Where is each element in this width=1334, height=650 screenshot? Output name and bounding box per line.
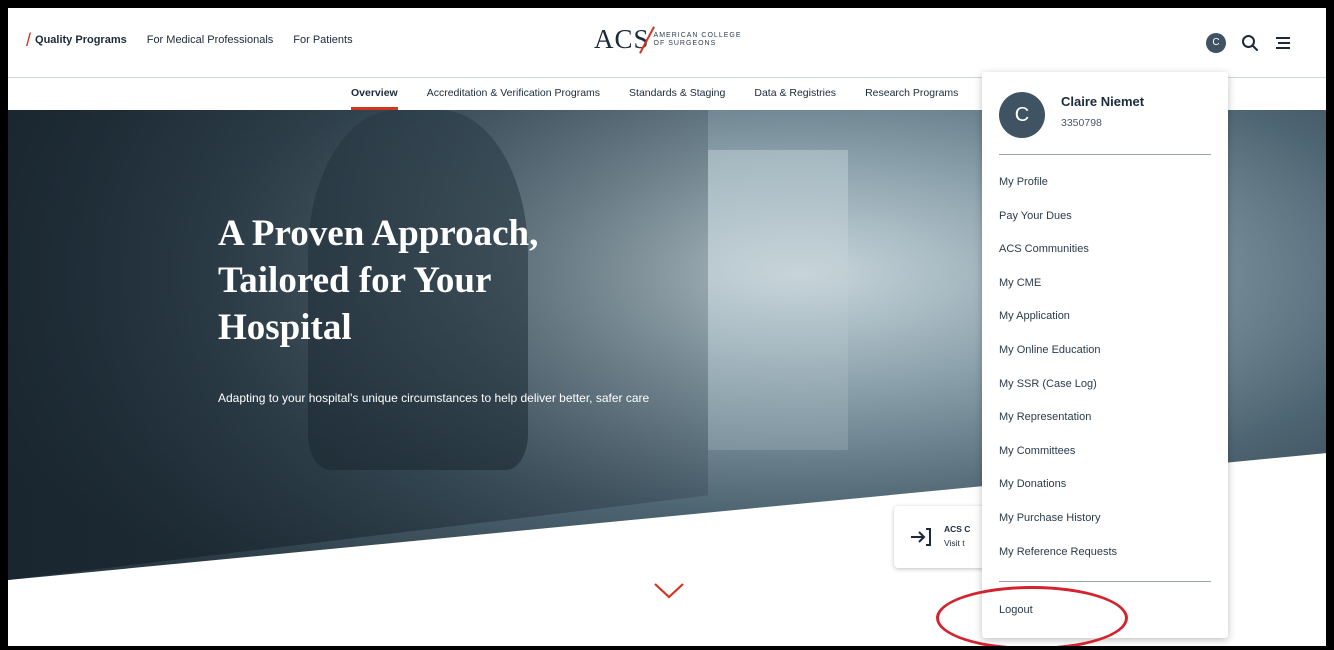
user-menu-name: Claire Niemet (1061, 94, 1145, 109)
top-nav-patients[interactable]: For Patients (293, 34, 352, 46)
callout-subtitle: Visit t (944, 538, 965, 548)
slash-accent-icon: / (26, 29, 32, 50)
menu-item-my-purchase-history[interactable]: My Purchase History (999, 512, 1117, 546)
site-header: / Quality Programs For Medical Professio… (8, 8, 1326, 78)
user-menu-list: My Profile Pay Your Dues ACS Communities… (999, 176, 1117, 579)
login-arrow-icon (911, 528, 931, 546)
tab-data-registries[interactable]: Data & Registries (754, 78, 836, 110)
menu-item-my-ssr-case-log[interactable]: My SSR (Case Log) (999, 378, 1117, 412)
hero-description: Adapting to your hospital's unique circu… (218, 391, 650, 405)
menu-item-my-online-education[interactable]: My Online Education (999, 344, 1117, 378)
user-menu-dropdown: C Claire Niemet 3350798 My Profile Pay Y… (982, 72, 1228, 638)
browser-viewport: / Quality Programs For Medical Professio… (8, 8, 1326, 646)
menu-item-my-committees[interactable]: My Committees (999, 445, 1117, 479)
menu-item-my-application[interactable]: My Application (999, 310, 1117, 344)
user-menu-id: 3350798 (1061, 117, 1102, 129)
tab-accreditation-verification[interactable]: Accreditation & Verification Programs (427, 78, 600, 110)
menu-item-acs-communities[interactable]: ACS Communities (999, 243, 1117, 277)
hamburger-menu-icon[interactable] (1274, 36, 1292, 50)
menu-item-my-reference-requests[interactable]: My Reference Requests (999, 546, 1117, 580)
hero-corridor-light (708, 150, 848, 450)
menu-item-my-cme[interactable]: My CME (999, 277, 1117, 311)
logo-subtitle: AMERICAN COLLEGE OF SURGEONS (654, 32, 742, 48)
hero-title-line-2: Tailored for Your (218, 260, 492, 301)
menu-item-my-profile[interactable]: My Profile (999, 176, 1117, 210)
top-nav: / Quality Programs For Medical Professio… (26, 29, 373, 50)
top-nav-quality-programs[interactable]: Quality Programs (35, 34, 127, 46)
logout-highlight-ring (936, 586, 1128, 646)
tab-overview[interactable]: Overview (351, 78, 398, 110)
callout-title: ACS C (944, 524, 971, 534)
menu-item-pay-your-dues[interactable]: Pay Your Dues (999, 210, 1117, 244)
hero-title-line-1: A Proven Approach, (218, 213, 539, 254)
user-avatar-button[interactable]: C (1206, 33, 1226, 53)
hero-title: A Proven Approach, Tailored for Your Hos… (218, 210, 678, 351)
tab-standards-staging[interactable]: Standards & Staging (629, 78, 725, 110)
user-menu-divider-top (999, 154, 1211, 155)
hero-title-line-3: Hospital (218, 307, 352, 348)
logo-line-1: AMERICAN COLLEGE (653, 31, 742, 39)
tab-research-programs[interactable]: Research Programs (865, 78, 958, 110)
menu-item-my-donations[interactable]: My Donations (999, 478, 1117, 512)
chevron-down-icon[interactable] (653, 582, 685, 600)
user-menu-divider-bottom (999, 581, 1211, 582)
search-icon[interactable] (1241, 34, 1259, 52)
top-nav-medical-professionals[interactable]: For Medical Professionals (147, 34, 274, 46)
menu-item-my-representation[interactable]: My Representation (999, 411, 1117, 445)
logo-line-2: OF SURGEONS (653, 39, 717, 47)
user-menu-avatar: C (999, 92, 1045, 138)
acs-logo[interactable]: ACS AMERICAN COLLEGE OF SURGEONS (594, 24, 742, 55)
